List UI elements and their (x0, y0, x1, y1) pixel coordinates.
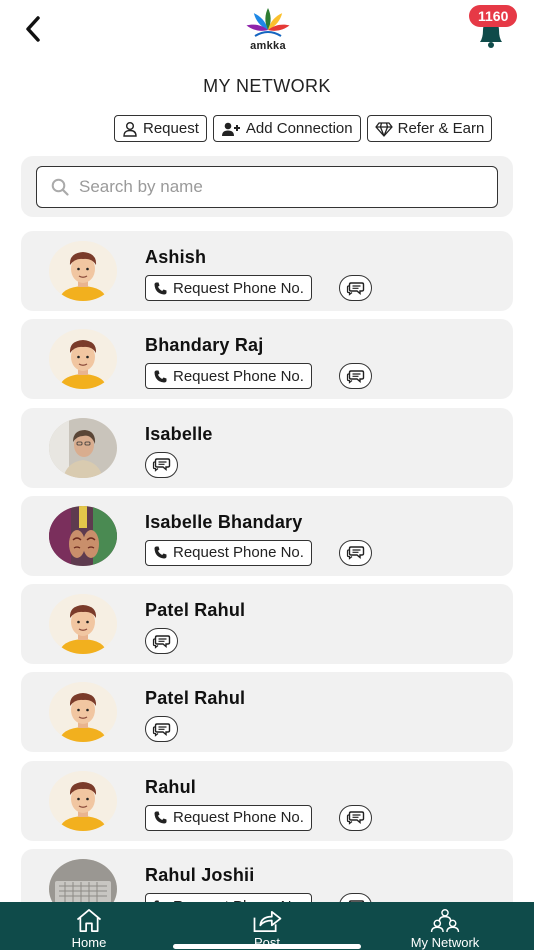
message-button[interactable] (145, 451, 178, 478)
avatar (49, 594, 117, 655)
chat-icon (152, 458, 171, 472)
contact-name: Isabelle (145, 423, 213, 444)
search-panel (21, 156, 513, 217)
request-phone-button[interactable]: Request Phone No. (145, 275, 312, 301)
app-logo: amkka (238, 6, 298, 54)
refer-earn-button[interactable]: Refer & Earn (366, 115, 493, 142)
request-phone-button[interactable]: Request Phone No. (145, 539, 312, 566)
cartoon-man-avatar-icon (49, 241, 117, 301)
cartoon-man-avatar-icon (49, 682, 117, 743)
diamond-icon (374, 121, 393, 137)
search-input[interactable] (79, 177, 479, 197)
contact-card[interactable]: Rahul Request Phone No. (21, 760, 513, 841)
nav-my-network-label: My Network (410, 935, 480, 950)
chat-icon (346, 281, 365, 296)
contact-name: Patel Rahul (145, 688, 246, 709)
message-button[interactable] (338, 539, 372, 566)
chat-icon (152, 634, 171, 649)
app-header: amkka 1160 (0, 0, 534, 64)
contact-card[interactable]: Patel Rahul (21, 584, 513, 665)
phone-icon (154, 370, 167, 383)
logo-text: amkka (250, 40, 286, 52)
chat-icon (346, 546, 365, 561)
request-phone-label: Request Phone No. (173, 279, 304, 297)
message-button[interactable] (145, 628, 178, 655)
contact-name: Rahul (145, 776, 197, 797)
contact-card[interactable]: Bhandary Raj Request Phone No. (21, 319, 513, 400)
cartoon-man-avatar-icon (49, 594, 117, 655)
photo-hands-avatar-icon (49, 505, 117, 566)
request-phone-label: Request Phone No. (173, 809, 304, 827)
message-button[interactable] (338, 804, 372, 831)
home-indicator[interactable] (173, 944, 361, 949)
add-user-icon (221, 122, 240, 136)
message-button[interactable] (338, 275, 372, 301)
avatar (49, 241, 117, 301)
avatar (49, 417, 117, 478)
logo-flower-icon (246, 8, 290, 37)
add-connection-button[interactable]: Add Connection (212, 115, 361, 142)
refer-earn-label: Refer & Earn (397, 120, 485, 137)
chat-icon (346, 370, 365, 384)
request-phone-button[interactable]: Request Phone No. (145, 804, 312, 831)
nav-home-label: Home (71, 935, 107, 950)
nav-my-network[interactable]: My Network (356, 902, 534, 950)
phone-icon (154, 811, 167, 824)
contact-name: Bhandary Raj (145, 335, 264, 356)
contact-card[interactable]: Isabelle (21, 407, 513, 488)
add-connection-label: Add Connection (245, 120, 353, 137)
contact-card[interactable]: Ashish Request Phone No. (21, 231, 513, 311)
chevron-left-icon (26, 16, 40, 42)
avatar (49, 505, 117, 566)
message-button[interactable] (338, 363, 372, 390)
back-button[interactable] (18, 14, 48, 44)
contact-card[interactable]: Patel Rahul (21, 672, 513, 753)
request-phone-button[interactable]: Request Phone No. (145, 363, 312, 390)
chat-icon (152, 723, 171, 737)
nav-post[interactable]: Post (178, 902, 356, 950)
cartoon-man-avatar-icon (49, 329, 117, 390)
search-box (36, 166, 498, 208)
chat-icon (346, 811, 365, 826)
action-bar: Request Add Connection Refer & Earn (114, 115, 493, 142)
bottom-nav: Home Post My Network (0, 902, 534, 950)
message-button[interactable] (145, 716, 178, 743)
cartoon-man-avatar-icon (49, 770, 117, 831)
request-phone-label: Request Phone No. (173, 544, 304, 562)
avatar (49, 329, 117, 390)
network-icon (430, 909, 460, 933)
contact-card[interactable]: Isabelle Bhandary Request Phone No. (21, 495, 513, 576)
request-label: Request (143, 120, 199, 137)
phone-icon (154, 282, 167, 294)
user-icon (123, 121, 137, 137)
home-icon (76, 909, 102, 932)
contact-list: Ashish Request Phone No. Bhandary Raj Re… (21, 231, 513, 937)
contact-name: Patel Rahul (145, 600, 246, 621)
request-phone-label: Request Phone No. (173, 367, 304, 385)
page-title: MY NETWORK (203, 76, 331, 96)
contact-name: Isabelle Bhandary (145, 511, 303, 532)
avatar (49, 682, 117, 743)
contact-name: Rahul Joshii (145, 865, 255, 886)
search-icon (51, 178, 69, 196)
avatar (49, 770, 117, 831)
phone-icon (154, 546, 167, 559)
share-icon (253, 910, 282, 932)
notification-badge: 1160 (469, 5, 518, 27)
request-button[interactable]: Request (114, 115, 207, 142)
nav-home[interactable]: Home (0, 902, 178, 950)
photo-woman-avatar-icon (49, 417, 117, 478)
contact-name: Ashish (145, 247, 207, 267)
